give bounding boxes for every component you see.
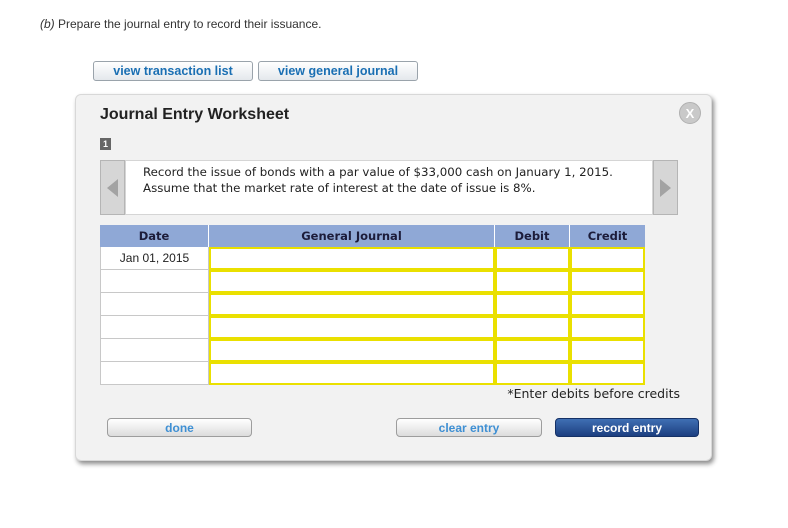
close-icon[interactable]: X [679, 102, 701, 124]
account-input[interactable] [209, 316, 495, 339]
instruction-part-label: (b) [40, 17, 55, 31]
date-cell [100, 270, 209, 293]
table-row [100, 362, 645, 385]
table-row [100, 316, 645, 339]
credit-input[interactable] [570, 316, 645, 339]
table-row [100, 270, 645, 293]
credit-input[interactable] [570, 362, 645, 385]
done-button[interactable]: done [107, 418, 252, 437]
debit-input[interactable] [495, 247, 570, 270]
date-cell [100, 339, 209, 362]
view-transaction-list-button[interactable]: view transaction list [93, 61, 253, 81]
record-entry-button[interactable]: record entry [555, 418, 699, 437]
next-entry-button[interactable] [653, 160, 678, 215]
previous-entry-button[interactable] [100, 160, 125, 215]
column-header-credit: Credit [587, 229, 628, 243]
instruction-text: (b) Prepare the journal entry to record … [40, 17, 321, 31]
view-general-journal-button[interactable]: view general journal [258, 61, 418, 81]
entry-number-badge: 1 [100, 138, 111, 150]
arrow-left-icon [107, 178, 118, 197]
credit-input[interactable] [570, 293, 645, 316]
account-input[interactable] [209, 247, 495, 270]
table-row [100, 339, 645, 362]
account-input[interactable] [209, 293, 495, 316]
instruction-body: Prepare the journal entry to record thei… [54, 17, 322, 31]
debit-input[interactable] [495, 339, 570, 362]
credit-input[interactable] [570, 247, 645, 270]
date-cell [100, 316, 209, 339]
debits-note: *Enter debits before credits [507, 386, 680, 401]
date-cell [100, 362, 209, 385]
debit-input[interactable] [495, 270, 570, 293]
table-row: Jan 01, 2015 [100, 247, 645, 270]
worksheet-title: Journal Entry Worksheet [100, 106, 290, 123]
date-cell: Jan 01, 2015 [100, 247, 209, 270]
credit-input[interactable] [570, 270, 645, 293]
journal-entry-worksheet: Journal Entry Worksheet X 1 Record the i… [75, 94, 712, 461]
table-row [100, 293, 645, 316]
transaction-description: Record the issue of bonds with a par val… [125, 160, 653, 215]
journal-table-header: Date General Journal Debit Credit [100, 225, 645, 247]
debit-input[interactable] [495, 362, 570, 385]
journal-rows: Jan 01, 2015 [100, 247, 645, 385]
account-input[interactable] [209, 362, 495, 385]
account-input[interactable] [209, 270, 495, 293]
arrow-right-icon [660, 178, 671, 197]
debit-input[interactable] [495, 316, 570, 339]
credit-input[interactable] [570, 339, 645, 362]
date-cell [100, 293, 209, 316]
column-header-general-journal: General Journal [209, 225, 495, 247]
debit-input[interactable] [495, 293, 570, 316]
column-header-date: Date [100, 225, 209, 247]
account-input[interactable] [209, 339, 495, 362]
clear-entry-button[interactable]: clear entry [396, 418, 542, 437]
column-header-debit: Debit [495, 225, 570, 247]
journal-table: Date General Journal Debit Credit Jan 01… [100, 225, 645, 385]
